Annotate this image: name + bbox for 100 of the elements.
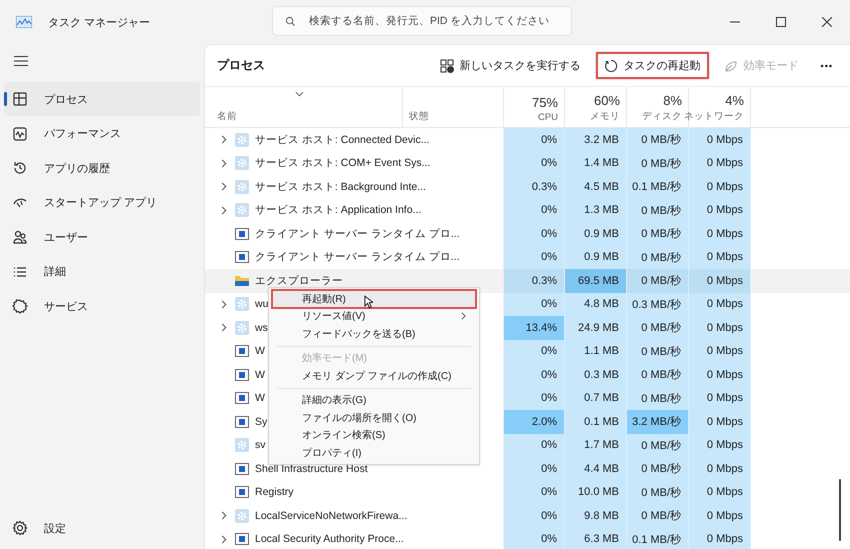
table-cell: 0 Mbps — [689, 480, 751, 504]
chevron-icon[interactable] — [221, 182, 227, 192]
sidebar-item[interactable]: ユーザー — [4, 220, 200, 254]
menu-item[interactable]: リソース値(V) — [272, 308, 476, 325]
column-header[interactable]: 名前 — [217, 110, 237, 123]
table-cell: 0 Mbps — [689, 269, 751, 292]
menu-item[interactable]: フィードバックを送る(B) — [272, 325, 476, 342]
chevron-icon[interactable] — [221, 158, 227, 168]
table-cell: 0 MB/秒 — [627, 363, 689, 386]
table-cell: 0% — [504, 222, 565, 246]
chevron-icon[interactable] — [221, 511, 227, 520]
table-cell: 13.4% — [504, 316, 565, 340]
sidebar-item[interactable]: プロセス — [4, 82, 200, 116]
table-cell: 0.3 MB/秒 — [627, 292, 689, 316]
menu-item[interactable]: ファイルの場所を開く(O) — [272, 409, 476, 426]
chevron-icon[interactable] — [221, 300, 227, 309]
table-cell: 0% — [504, 340, 565, 363]
gear-icon — [235, 180, 249, 194]
usage-percent: 8% — [663, 93, 682, 108]
process-name: sv — [255, 439, 266, 452]
table-cell: 0% — [504, 504, 565, 528]
grid-icon — [12, 91, 28, 107]
window-title: タスク マネージャー — [48, 16, 150, 30]
sort-icon — [295, 91, 304, 97]
window-icon — [235, 414, 249, 429]
table-cell: 0% — [504, 152, 565, 175]
column-header[interactable]: メモリ — [590, 110, 620, 123]
table-cell: 24.9 MB — [565, 316, 627, 340]
table-cell: 0% — [504, 363, 565, 386]
process-name: サービス ホスト: Background Inte... — [255, 180, 426, 194]
more-button[interactable]: ••• — [814, 54, 840, 76]
gear-icon — [235, 508, 249, 523]
users-icon — [12, 229, 28, 245]
table-cell: 0 Mbps — [689, 504, 751, 528]
column-header[interactable]: 状態 — [409, 110, 429, 123]
process-row[interactable]: サービス ホスト: Connected Devic... — [205, 128, 504, 152]
table-cell: 9.8 MB — [565, 504, 627, 528]
menu-item[interactable]: オンライン検索(S) — [272, 426, 476, 444]
toolbar-button[interactable]: 新しいタスクを実行する — [432, 52, 588, 79]
process-row[interactable]: サービス ホスト: Background Inte... — [205, 175, 504, 198]
table-cell: 0 MB/秒 — [627, 504, 689, 528]
sidebar-item[interactable]: 詳細 — [4, 254, 200, 288]
sidebar-item[interactable]: アプリの履歴 — [4, 151, 200, 185]
chevron-icon[interactable] — [221, 534, 227, 544]
search-field[interactable]: 検索する名前、発行元、PID を入力してください — [272, 6, 572, 36]
settings-item[interactable]: 設定 — [4, 511, 200, 545]
menu-item[interactable]: メモリ ダンプ ファイルの作成(C) — [272, 367, 476, 384]
sidebar-item[interactable]: サービス — [4, 289, 200, 323]
window-icon — [235, 485, 249, 500]
process-row[interactable]: LocalServiceNoNetworkFirewa... — [205, 504, 504, 528]
table-cell: 0% — [504, 386, 565, 410]
table-cell: 10.0 MB — [565, 480, 627, 504]
process-name: LocalServiceNoNetworkFirewa... — [255, 510, 408, 522]
table-cell: 1.3 MB — [565, 198, 627, 222]
cog-icon — [12, 298, 28, 314]
window-icon — [235, 391, 249, 406]
process-name: W — [255, 345, 265, 358]
app-logo-icon — [16, 16, 32, 28]
table-cell: 3.2 MB — [565, 128, 627, 152]
table-cell: 0% — [504, 528, 565, 549]
menu-item[interactable]: 詳細の表示(G) — [272, 392, 476, 409]
column-header[interactable]: ディスク — [642, 110, 682, 123]
gear-icon — [235, 203, 249, 218]
process-row[interactable]: サービス ホスト: Application Info... — [205, 198, 504, 222]
window-icon — [235, 532, 249, 546]
menu-item[interactable]: 再起動(R) — [272, 290, 476, 308]
table-cell: 1.7 MB — [565, 434, 627, 457]
toolbar-button[interactable]: タスクの再起動 — [596, 52, 709, 79]
table-cell: 0 MB/秒 — [627, 128, 689, 152]
sidebar-item[interactable]: スタートアップ アプリ — [4, 186, 200, 220]
table-cell: 0 Mbps — [689, 434, 751, 457]
column-header[interactable]: CPU — [538, 112, 558, 123]
table-cell: 69.5 MB — [565, 269, 627, 292]
process-name: Local Security Authority Proce... — [255, 533, 404, 546]
process-row[interactable]: Local Security Authority Proce... — [205, 528, 504, 549]
chevron-icon[interactable] — [221, 206, 227, 215]
sidebar-item[interactable]: パフォーマンス — [4, 116, 200, 150]
table-cell: 0 MB/秒 — [627, 222, 689, 246]
table-cell: 0.3 MB — [565, 363, 627, 386]
window-icon — [235, 368, 249, 382]
process-name: クライアント サーバー ランタイム プロ... — [255, 226, 460, 241]
table-cell: 0% — [504, 480, 565, 504]
usage-percent: 60% — [594, 93, 620, 108]
table-cell: 0% — [504, 246, 565, 269]
scrollbar[interactable] — [839, 479, 841, 541]
process-row[interactable]: サービス ホスト: COM+ Event Sys... — [205, 152, 504, 175]
chevron-icon[interactable] — [221, 323, 227, 332]
table-cell: 0.3% — [504, 175, 565, 198]
chevron-icon[interactable] — [221, 135, 227, 144]
gear-icon — [235, 297, 249, 312]
table-cell: 0% — [504, 292, 565, 316]
process-name: サービス ホスト: Connected Devic... — [255, 132, 430, 147]
window-icon — [235, 250, 249, 264]
table-cell: 0 Mbps — [689, 292, 751, 316]
process-name: Sy — [255, 416, 268, 428]
table-cell: 0.1 MB/秒 — [627, 528, 689, 549]
usage-percent: 4% — [725, 93, 744, 108]
process-name: wu — [255, 298, 268, 310]
column-header[interactable]: ネットワーク — [684, 110, 744, 123]
table-cell: 0 MB/秒 — [627, 152, 689, 175]
